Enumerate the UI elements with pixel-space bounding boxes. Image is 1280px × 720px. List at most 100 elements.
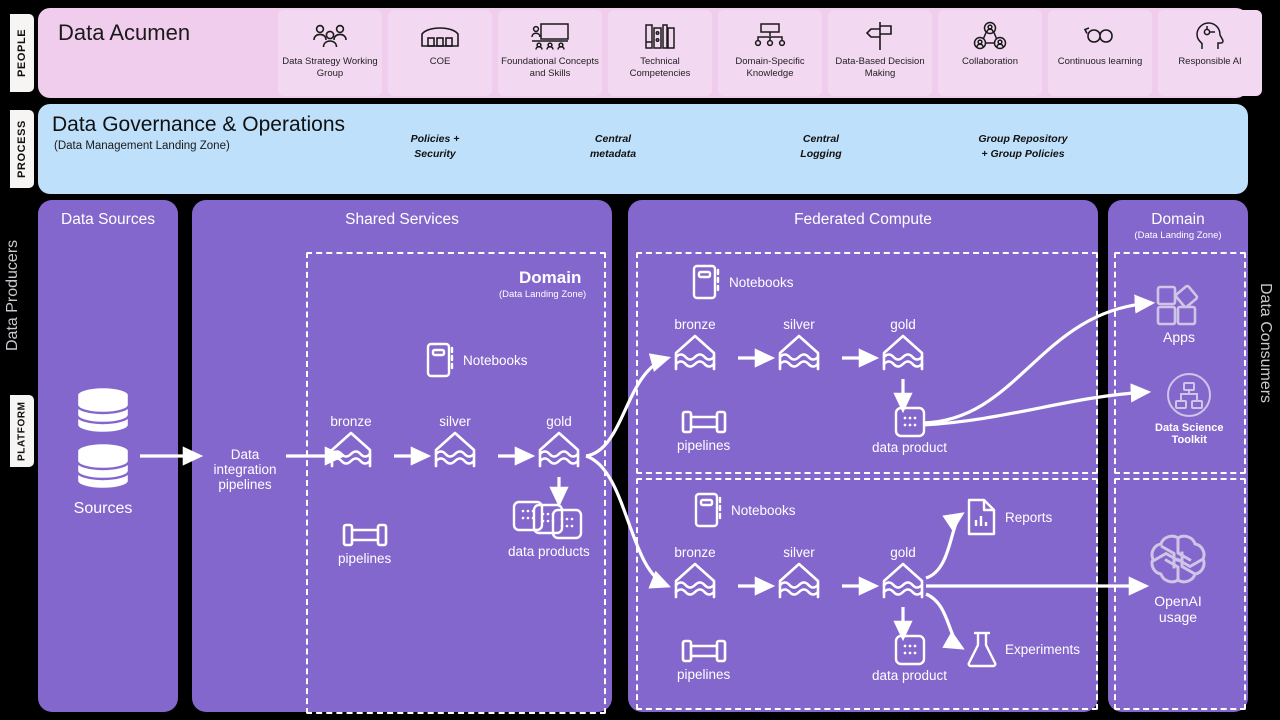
lakehouse-icon — [670, 333, 720, 375]
notebook-icon — [694, 492, 724, 528]
node-shared-data-products[interactable]: data products — [508, 500, 590, 559]
node-label-fed-bot-bronze: bronze — [674, 545, 716, 560]
people-card-label: Domain-Specific Knowledge — [735, 56, 805, 79]
node-label-fed-bot-gold: gold — [890, 545, 916, 560]
people-card-collaboration[interactable]: Collaboration — [938, 10, 1042, 96]
people-card-label: Responsible AI — [1178, 56, 1242, 67]
people-card-label: Data Strategy Working Group — [282, 56, 378, 79]
node-fed-bot-silver[interactable]: silver — [774, 545, 824, 603]
node-label-fed-top-pipelines: pipelines — [677, 438, 731, 453]
lakehouse-icon — [430, 430, 480, 472]
outer-label-data-producers: Data Producers — [4, 239, 21, 351]
lakehouse-icon — [878, 561, 928, 603]
panel-title-federated-compute: Federated Compute — [794, 211, 932, 228]
people-card-continuous-learning[interactable]: Continuous learning — [1048, 10, 1152, 96]
node-fed-bot-bronze[interactable]: bronze — [670, 545, 720, 603]
classroom-board-icon — [530, 19, 570, 53]
diagram-canvas: PEOPLE Data Acumen Data Strategy Working… — [0, 0, 1280, 720]
lakehouse-icon — [774, 561, 824, 603]
hierarchy-tree-icon — [752, 19, 788, 53]
bookshelf-icon — [643, 19, 677, 53]
people-card-foundational-concepts-and-skills[interactable]: Foundational Concepts and Skills — [498, 10, 602, 96]
zone-title-shared-domain: Domain — [519, 268, 582, 287]
people-card-label: Technical Competencies — [629, 56, 691, 79]
node-label-shared-data-products: data products — [508, 544, 590, 559]
band-tab-people: PEOPLE — [10, 14, 34, 92]
pipeline-icon — [681, 637, 727, 665]
node-data-integration-pipelines[interactable]: Data integration pipelines — [210, 447, 280, 492]
integration-label-line3: pipelines — [218, 477, 272, 492]
node-label-reports: Reports — [1005, 509, 1053, 525]
node-shared-bronze[interactable]: bronze — [326, 414, 376, 472]
data-products-stack-icon — [512, 500, 586, 542]
people-card-label: Collaboration — [962, 56, 1018, 67]
integration-label-line1: Data — [230, 447, 260, 462]
node-shared-pipelines[interactable]: pipelines — [338, 521, 391, 566]
node-label-fed-top-bronze: bronze — [674, 317, 716, 332]
node-label-toolkit-line1: Data Science — [1155, 422, 1224, 434]
data-product-icon — [894, 634, 926, 666]
integration-label-line2: integration — [213, 462, 277, 477]
node-label-openai-line2: usage — [1158, 609, 1198, 625]
pipeline-icon — [681, 408, 727, 436]
people-card-label: Continuous learning — [1057, 56, 1143, 67]
node-label-shared-silver: silver — [439, 414, 471, 429]
people-card-data-based-decision-making[interactable]: Data-Based Decision Making — [828, 10, 932, 96]
node-reports[interactable]: Reports — [966, 498, 1052, 536]
node-openai-usage[interactable]: OpenAI usage — [1148, 530, 1208, 625]
openai-logo-icon — [1148, 530, 1208, 590]
node-fed-bot-pipelines[interactable]: pipelines — [677, 637, 730, 682]
people-card-data-strategy-working-group[interactable]: Data Strategy Working Group — [278, 10, 382, 96]
node-sources[interactable]: Sources — [72, 385, 134, 518]
band-tab-platform: PLATFORM — [10, 395, 34, 467]
node-label-sources: Sources — [73, 500, 133, 517]
node-data-science-toolkit[interactable]: Data Science Toolkit — [1155, 371, 1223, 446]
node-fed-top-silver[interactable]: silver — [774, 317, 824, 375]
building-icon — [420, 19, 460, 53]
node-fed-top-pipelines[interactable]: pipelines — [677, 408, 730, 453]
node-label-fed-top-data-product: data product — [872, 440, 948, 455]
lakehouse-icon — [534, 430, 584, 472]
people-card-technical-competencies[interactable]: Technical Competencies — [608, 10, 712, 96]
lakehouse-icon — [670, 561, 720, 603]
people-card-label: Foundational Concepts and Skills — [501, 56, 599, 79]
node-label-fed-bot-notebooks: Notebooks — [731, 502, 796, 518]
node-shared-notebooks[interactable]: Notebooks — [426, 342, 528, 378]
node-fed-top-data-product[interactable]: data product — [872, 406, 947, 455]
node-fed-top-notebooks[interactable]: Notebooks — [692, 264, 794, 300]
panel-title-shared-services: Shared Services — [345, 211, 459, 228]
node-shared-gold[interactable]: gold — [534, 414, 584, 472]
node-label-fed-top-silver: silver — [783, 317, 815, 332]
node-fed-top-bronze[interactable]: bronze — [670, 317, 720, 375]
people-card-coe[interactable]: COE — [388, 10, 492, 96]
outer-label-data-consumers: Data Consumers — [1257, 282, 1274, 404]
node-fed-bot-notebooks[interactable]: Notebooks — [694, 492, 796, 528]
node-label-fed-bot-silver: silver — [783, 545, 815, 560]
node-fed-bot-data-product[interactable]: data product — [872, 634, 947, 683]
node-shared-silver[interactable]: silver — [430, 414, 480, 472]
node-label-shared-notebooks: Notebooks — [463, 352, 528, 368]
process-item-group-repository-policies: Group Repository + Group Policies — [978, 133, 1068, 160]
node-label-shared-bronze: bronze — [330, 414, 372, 429]
people-group-icon — [311, 19, 349, 53]
node-fed-bot-gold[interactable]: gold — [878, 545, 928, 603]
signpost-icon — [864, 19, 896, 53]
people-card-responsible-ai[interactable]: Responsible AI — [1158, 10, 1262, 96]
people-card-domain-specific-knowledge[interactable]: Domain-Specific Knowledge — [718, 10, 822, 96]
lakehouse-icon — [774, 333, 824, 375]
node-label-shared-pipelines: pipelines — [338, 551, 392, 566]
process-band-subtitle: (Data Management Landing Zone) — [54, 140, 230, 152]
process-band-title: Data Governance & Operations — [52, 113, 345, 136]
node-label-toolkit-line2: Toolkit — [1171, 434, 1207, 446]
node-experiments[interactable]: Experiments — [966, 630, 1080, 668]
node-label-openai-line1: OpenAI — [1154, 593, 1202, 609]
node-fed-top-gold[interactable]: gold — [878, 317, 928, 375]
lakehouse-icon — [326, 430, 376, 472]
process-item-policies-security: Policies + Security — [410, 133, 460, 160]
node-label-fed-top-notebooks: Notebooks — [729, 274, 794, 290]
people-band-title: Data Acumen — [58, 20, 191, 45]
data-science-toolkit-icon — [1165, 371, 1213, 419]
people-card-label: Data-Based Decision Making — [835, 56, 925, 79]
node-label-shared-gold: gold — [546, 414, 572, 429]
node-apps[interactable]: Apps — [1155, 283, 1203, 345]
